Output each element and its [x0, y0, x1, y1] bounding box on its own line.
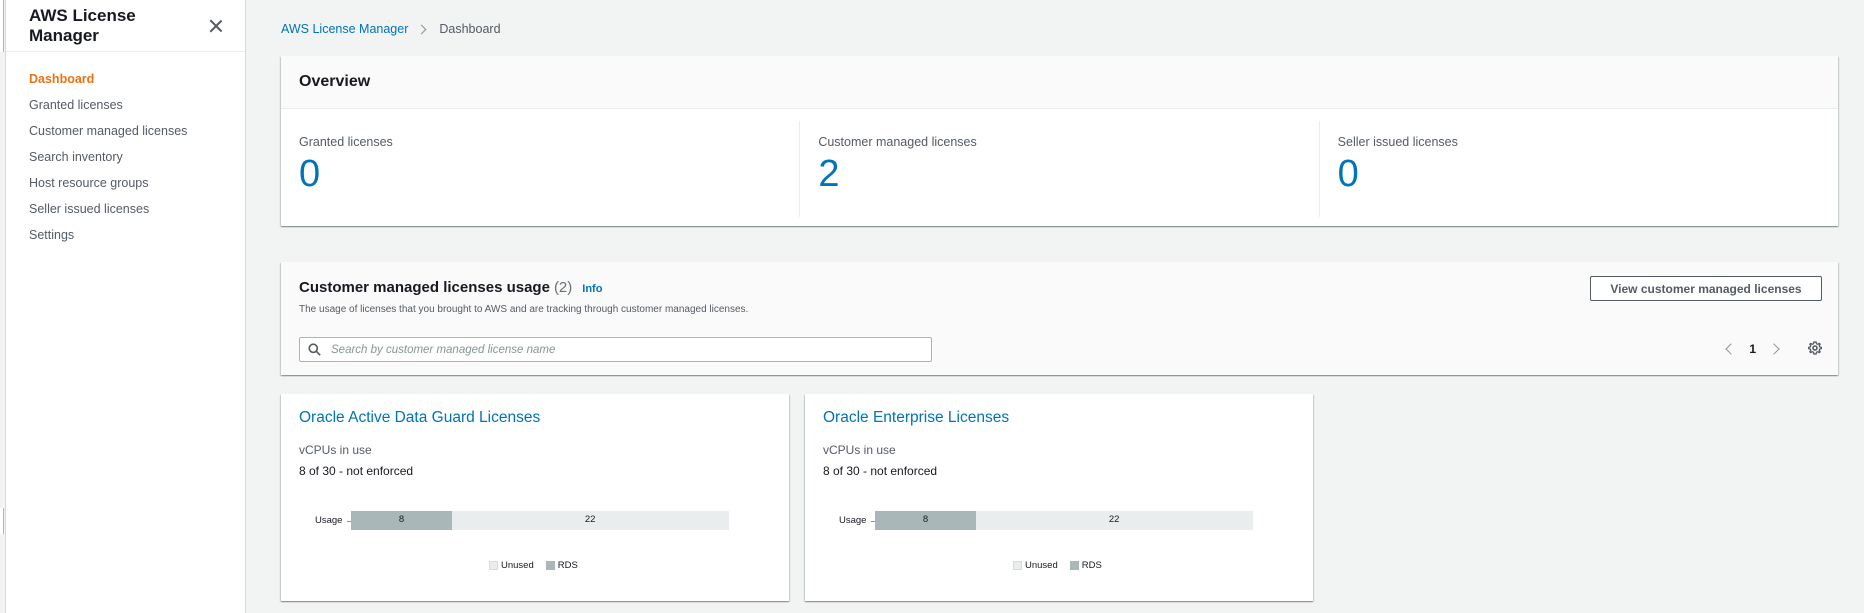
legend-item-unused: Unused: [1013, 560, 1058, 571]
license-metric-label: vCPUs in use: [823, 443, 896, 457]
stat-label: Seller issued licenses: [1337, 135, 1458, 149]
legend-label: RDS: [1081, 560, 1102, 571]
sidebar: AWS License Manager Dashboard Granted li…: [5, 0, 246, 613]
sidebar-title: AWS License Manager: [29, 5, 136, 45]
chevron-right-icon: [416, 24, 427, 34]
usage-bar-used-label: 8: [398, 514, 405, 525]
license-card: Oracle Active Data Guard Licenses vCPUs …: [281, 394, 789, 601]
legend-label: Unused: [1025, 560, 1058, 571]
view-customer-managed-licenses-button[interactable]: View customer managed licenses: [1590, 276, 1822, 301]
sidebar-item-customer-managed-licenses[interactable]: Customer managed licenses: [6, 118, 245, 144]
license-title-link[interactable]: Oracle Active Data Guard Licenses: [299, 409, 540, 427]
stat-customer-managed-licenses: Customer managed licenses 2: [799, 121, 1318, 217]
usage-bar-unused-label: 22: [584, 514, 596, 525]
sidebar-item-granted-licenses[interactable]: Granted licenses: [6, 92, 245, 118]
pagination: 1: [1725, 342, 1780, 356]
legend-swatch: [1013, 561, 1022, 570]
bar-axis-label: Usage: [315, 515, 343, 526]
usage-description: The usage of licenses that you brought t…: [299, 304, 749, 315]
license-metric-label: vCPUs in use: [299, 443, 372, 457]
sidebar-item-host-resource-groups[interactable]: Host resource groups: [6, 170, 245, 196]
usage-panel: Customer managed licenses usage (2) Info…: [281, 262, 1838, 375]
window-edge: [0, 0, 4, 52]
breadcrumb: AWS License Manager Dashboard: [281, 22, 501, 36]
license-card: Oracle Enterprise Licenses vCPUs in use …: [805, 394, 1313, 601]
usage-bar-used-label: 8: [922, 514, 929, 525]
bar-axis-label: Usage: [839, 515, 867, 526]
sidebar-item-search-inventory[interactable]: Search inventory: [6, 144, 245, 170]
license-metric-value: 8 of 30 - not enforced: [823, 464, 938, 478]
close-icon[interactable]: [207, 17, 225, 35]
stat-value[interactable]: 2: [818, 153, 1300, 196]
legend-swatch: [1069, 561, 1079, 570]
overview-title: Overview: [281, 56, 1838, 109]
stat-seller-issued-licenses: Seller issued licenses 0: [1318, 121, 1838, 217]
sidebar-item-dashboard[interactable]: Dashboard: [6, 66, 245, 92]
sidebar-header: AWS License Manager: [6, 0, 245, 52]
stat-value[interactable]: 0: [299, 153, 781, 196]
breadcrumb-current: Dashboard: [439, 22, 501, 36]
usage-count: (2): [553, 279, 573, 296]
usage-title: Customer managed licenses usage: [299, 279, 550, 296]
chart-legend: Unused RDS: [489, 560, 578, 571]
usage-bar-unused-label: 22: [1108, 514, 1120, 525]
page-number[interactable]: 1: [1749, 342, 1756, 356]
sidebar-item-seller-issued-licenses[interactable]: Seller issued licenses: [6, 196, 245, 222]
sidebar-item-settings[interactable]: Settings: [6, 222, 245, 248]
usage-bar: 8 22: [351, 511, 729, 530]
usage-bar: 8 22: [875, 511, 1253, 530]
overview-panel: Overview Granted licenses 0 Customer man…: [281, 56, 1838, 226]
window-edge: [0, 508, 4, 534]
legend-label: Unused: [501, 560, 534, 571]
stat-label: Customer managed licenses: [818, 135, 977, 149]
legend-swatch: [545, 561, 555, 570]
usage-title-row: Customer managed licenses usage (2) Info: [299, 279, 602, 296]
chart-legend: Unused RDS: [1013, 560, 1102, 571]
search-field[interactable]: [299, 337, 932, 362]
legend-item-unused: Unused: [489, 560, 534, 571]
search-icon: [308, 343, 321, 356]
info-link[interactable]: Info: [582, 283, 602, 295]
sidebar-nav: Dashboard Granted licenses Customer mana…: [6, 52, 245, 248]
legend-label: RDS: [557, 560, 578, 571]
stat-label: Granted licenses: [299, 135, 393, 149]
chevron-right-icon[interactable]: [1768, 343, 1780, 355]
chevron-left-icon[interactable]: [1725, 343, 1737, 355]
breadcrumb-root-link[interactable]: AWS License Manager: [281, 22, 408, 36]
legend-item-rds: RDS: [545, 560, 578, 571]
stat-value[interactable]: 0: [1338, 153, 1820, 196]
search-input[interactable]: [331, 343, 911, 356]
gear-icon[interactable]: [1808, 341, 1822, 355]
legend-swatch: [489, 561, 498, 570]
legend-item-rds: RDS: [1069, 560, 1102, 571]
license-metric-value: 8 of 30 - not enforced: [299, 464, 414, 478]
stat-granted-licenses: Granted licenses 0: [281, 121, 799, 217]
overview-stats: Granted licenses 0 Customer managed lice…: [281, 109, 1838, 217]
license-title-link[interactable]: Oracle Enterprise Licenses: [823, 409, 1009, 427]
